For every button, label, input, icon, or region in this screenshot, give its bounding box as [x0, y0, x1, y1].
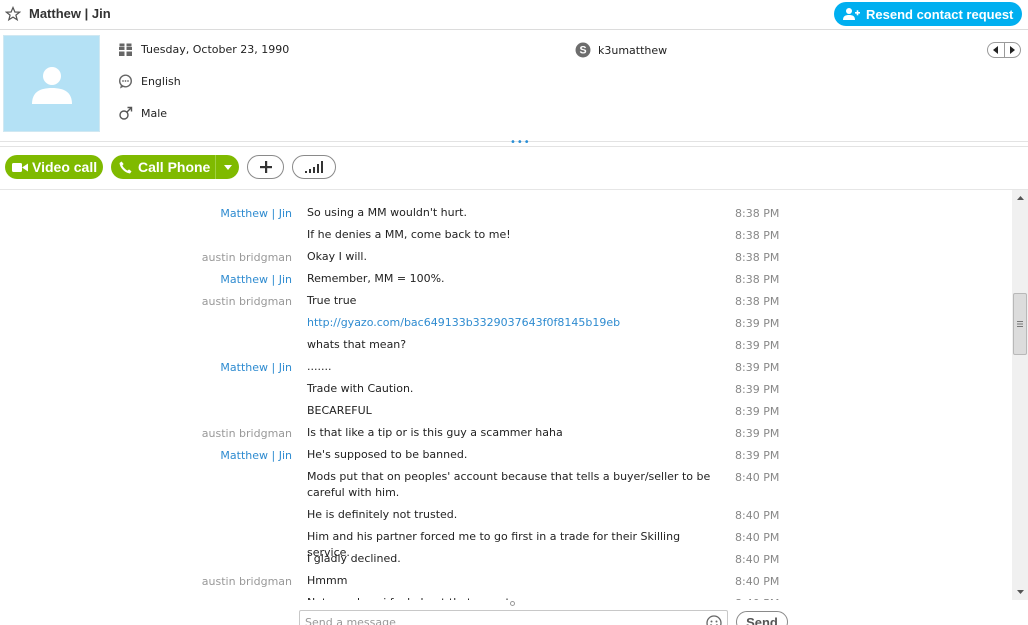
message-sender[interactable]: Matthew | Jin — [220, 207, 292, 220]
message-text: Not sure how i feel about that guy atm — [307, 595, 722, 600]
language-row: English — [118, 74, 181, 89]
message-timestamp: 8:40 PM — [735, 509, 780, 522]
speech-bubble-icon — [118, 74, 133, 89]
message-link[interactable]: http://gyazo.com/bac649133b3329037643f0f… — [307, 315, 722, 331]
message-timestamp: 8:39 PM — [735, 427, 780, 440]
message-timestamp: 8:39 PM — [735, 405, 780, 418]
message-timestamp: 8:39 PM — [735, 339, 780, 352]
message-text: BECAREFUL — [307, 404, 372, 417]
message-input[interactable] — [305, 614, 695, 625]
contact-name-title: Matthew | Jin — [29, 6, 111, 21]
emoticon-icon[interactable] — [706, 615, 722, 625]
svg-text:S: S — [579, 45, 586, 57]
avatar — [3, 35, 100, 132]
male-symbol-icon — [119, 106, 133, 120]
chevron-down-icon — [223, 164, 232, 170]
message-text: ....... — [307, 360, 332, 373]
message-text: So using a MM wouldn't hurt. — [307, 206, 467, 219]
message-text: Trade with Caution. — [307, 382, 414, 395]
resend-label: Resend contact request — [866, 6, 1014, 22]
skype-name-row: S k3umatthew — [575, 42, 667, 58]
message-text: I gladly declined. — [307, 552, 401, 565]
phone-icon — [119, 161, 132, 173]
next-arrow-icon[interactable] — [1005, 43, 1021, 57]
signal-strength-icon — [305, 161, 323, 173]
send-button[interactable]: Send — [736, 611, 788, 625]
message-timestamp: 8:38 PM — [735, 295, 780, 308]
message-text: whats that mean? — [307, 338, 407, 351]
skype-name-text: k3umatthew — [598, 43, 668, 57]
default-avatar-icon — [31, 66, 72, 104]
message-timestamp: 8:40 PM — [735, 597, 779, 600]
chat-scrollbar[interactable] — [1012, 190, 1028, 600]
message-sender[interactable]: austin bridgman — [202, 427, 292, 440]
message-text: True true — [307, 294, 357, 307]
profile-nav-arrows — [987, 42, 1021, 58]
message-timestamp: 8:40 PM — [735, 575, 780, 588]
grip-lines-icon — [1017, 321, 1023, 327]
scroll-up-arrow-icon[interactable] — [1012, 190, 1028, 206]
gender-row: Male — [118, 106, 167, 121]
plus-icon — [259, 161, 272, 173]
message-sender[interactable]: austin bridgman — [202, 295, 292, 308]
add-to-conversation-button[interactable] — [247, 155, 284, 179]
message-text: He's supposed to be banned. — [307, 448, 468, 461]
message-timestamp: 8:39 PM — [735, 449, 780, 462]
message-text: If he denies a MM, come back to me! — [307, 228, 511, 241]
scroll-down-arrow-icon[interactable] — [1012, 584, 1028, 600]
message-sender[interactable]: Matthew | Jin — [220, 273, 292, 286]
call-quality-button[interactable] — [292, 155, 336, 179]
message-timestamp: 8:38 PM — [735, 273, 780, 286]
gender-text: Male — [141, 107, 168, 120]
video-call-button[interactable]: Video call — [5, 155, 103, 179]
previous-arrow-icon[interactable] — [988, 43, 1005, 57]
video-call-label: Video call — [32, 159, 98, 175]
message-compose-box[interactable] — [299, 610, 728, 625]
video-camera-icon — [12, 162, 28, 172]
message-timestamp: 8:40 PM — [735, 471, 780, 484]
gift-icon — [119, 43, 132, 56]
call-phone-button[interactable]: Call Phone — [111, 155, 239, 179]
favorite-star-icon[interactable] — [5, 6, 21, 22]
message-sender[interactable]: austin bridgman — [202, 575, 292, 588]
birthday-text: Tuesday, October 23, 1990 — [141, 43, 290, 56]
call-phone-label: Call Phone — [138, 159, 211, 175]
birthday-row: Tuesday, October 23, 1990 — [118, 42, 289, 57]
message-sender[interactable]: austin bridgman — [202, 251, 292, 264]
message-timestamp: 8:38 PM — [735, 207, 780, 220]
message-timestamp: 8:38 PM — [735, 251, 780, 264]
message-text: Okay I will. — [307, 250, 367, 263]
message-timestamp: 8:39 PM — [735, 361, 780, 374]
skype-logo-icon: S — [575, 42, 591, 58]
message-sender[interactable]: Matthew | Jin — [220, 361, 292, 374]
conversation-header: Matthew | Jin Resend contact request — [0, 0, 1028, 30]
message-list: Matthew | Jin So using a MM wouldn't hurt… — [0, 190, 1012, 600]
message-timestamp: 8:39 PM — [735, 383, 780, 396]
language-text: English — [141, 75, 181, 88]
add-contact-icon — [843, 8, 860, 20]
message-text: He is definitely not trusted. — [307, 508, 458, 521]
scroll-thumb[interactable] — [1013, 293, 1027, 355]
typing-indicator-icon — [510, 601, 515, 606]
message-timestamp: 8:40 PM — [735, 553, 780, 566]
message-sender[interactable]: Matthew | Jin — [220, 449, 292, 462]
profile-divider-lower — [0, 146, 1028, 147]
message-timestamp: 8:39 PM — [735, 317, 780, 330]
message-text: Hmmm — [307, 574, 348, 587]
message-timestamp: 8:38 PM — [735, 229, 780, 242]
message-text: Remember, MM = 100%. — [307, 272, 445, 285]
message-text: Mods put that on peoples' account becaus… — [307, 470, 711, 499]
resend-contact-request-button[interactable]: Resend contact request — [834, 2, 1022, 26]
message-text: Is that like a tip or is this guy a scam… — [307, 426, 563, 439]
message-timestamp: 8:40 PM — [735, 531, 780, 544]
call-options-dropdown[interactable] — [215, 155, 239, 179]
